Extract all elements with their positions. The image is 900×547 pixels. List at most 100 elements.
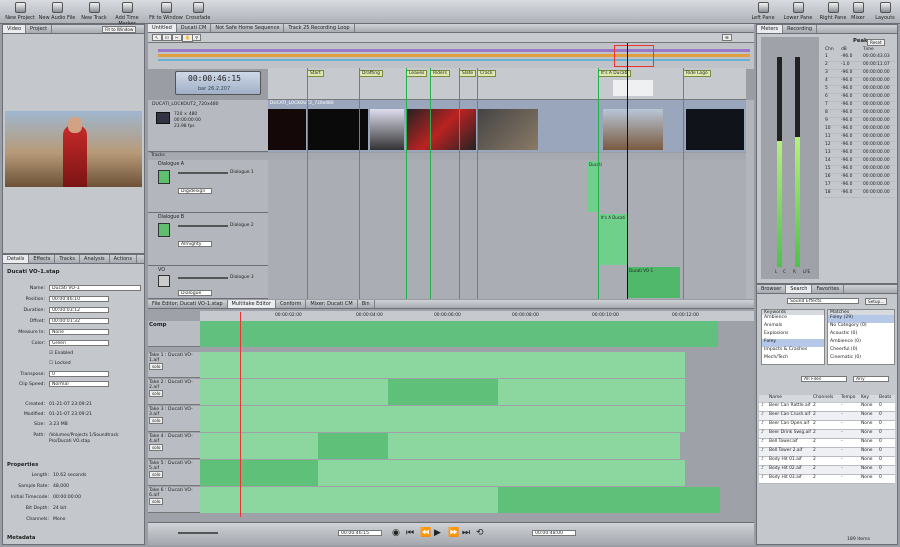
timecode-display[interactable]: 00:00:46:15 bar 26.2.207 — [175, 71, 261, 95]
cycle-region[interactable] — [613, 80, 653, 96]
layouts-button[interactable]: Layouts — [871, 2, 899, 21]
multitake-playhead[interactable] — [240, 312, 241, 517]
record-button-icon[interactable]: ◉ — [392, 528, 400, 538]
tab-tracks[interactable]: Tracks — [55, 255, 81, 263]
match-item[interactable]: Cheerful (0) — [828, 347, 894, 355]
take-6-selected-segment[interactable] — [498, 487, 720, 513]
file-row[interactable]: ♪ Body Hit 03.aif 2 - None 0 — [759, 475, 895, 484]
take-1-waveform[interactable] — [200, 352, 685, 378]
take-3-solo[interactable]: solo — [149, 417, 164, 424]
marker-drafting[interactable]: Drafting — [359, 70, 383, 77]
doc-tab-track-25[interactable]: Track 25 Recording Loop — [284, 24, 355, 32]
blade-tool-icon[interactable]: ✂ — [172, 34, 182, 41]
marker-slate[interactable]: Slate — [459, 70, 477, 77]
tab-browser[interactable]: Browser — [757, 285, 787, 293]
enabled-checkbox[interactable]: ☑ Enabled — [49, 351, 73, 356]
file-row[interactable]: ♪ Beer Can Crush.aif 2 - None 0 — [759, 412, 895, 421]
marker-its-a-ducati[interactable]: It's A Ducati — [598, 70, 631, 77]
tab-analysis[interactable]: Analysis — [80, 255, 110, 263]
measure-in-select[interactable]: None — [49, 329, 109, 335]
tab-favorites[interactable]: Favorites — [812, 285, 845, 293]
lower-pane-button[interactable]: Lower Pane — [780, 2, 816, 21]
doc-tab-untitled[interactable]: Untitled — [148, 24, 177, 32]
name-field[interactable]: Ducati VO-1 — [49, 285, 141, 291]
keyword-item[interactable]: Animals — [762, 323, 824, 331]
track-header-dialogue-b[interactable]: Dialogue B Dialogue 2 Almighty — [148, 213, 268, 266]
video-track-header[interactable]: DUCATI_LOCKOUT2_720x480 720 × 480 00:00:… — [148, 100, 268, 152]
volume-slider-dialogue-a[interactable] — [178, 172, 228, 174]
track-lane-dialogue-b[interactable]: It's A Ducati — [268, 213, 746, 266]
video-track-lane[interactable]: DUCATI_LOCKOUT2_720x480 — [268, 100, 746, 152]
take-4-selected-segment[interactable] — [318, 433, 388, 459]
tab-effects[interactable]: Effects — [29, 255, 56, 263]
mode-dialogue-a[interactable]: Digidesign — [178, 188, 212, 194]
col-beats[interactable]: Beats — [879, 395, 891, 400]
tab-actions[interactable]: Actions — [110, 255, 137, 263]
doc-tab-not-safe[interactable]: Not Safe Home Sequence — [211, 24, 285, 32]
duration-field[interactable]: 00:00:03:12 — [49, 307, 109, 313]
match-item[interactable]: Ambience (0) — [828, 339, 894, 347]
col-channels[interactable]: Channels — [813, 395, 833, 400]
offset-field[interactable]: 00:00:01:32 — [49, 318, 109, 324]
clip-speed-select[interactable]: Normal — [49, 381, 109, 387]
keyword-item[interactable]: Explosions — [762, 331, 824, 339]
transport-timecode-left[interactable]: 00:00:46:15 — [338, 530, 382, 536]
marker-start[interactable]: Start — [307, 70, 324, 77]
tab-search[interactable]: Search — [786, 285, 813, 293]
tab-recording[interactable]: Recording — [783, 25, 818, 33]
track-header-vo[interactable]: VO Dialogue 3 Dialogue — [148, 266, 268, 299]
fit-to-window-button[interactable]: Fit to Window — [148, 2, 184, 21]
color-select[interactable]: Green — [49, 340, 109, 346]
keyword-item-selected[interactable]: Foley — [762, 339, 824, 347]
tab-video[interactable]: Video — [3, 25, 27, 33]
preset-vo[interactable]: Dialogue 3 — [230, 275, 254, 280]
transpose-field[interactable]: 0 — [49, 371, 109, 377]
take-2-solo[interactable]: solo — [149, 390, 164, 397]
take-3-waveform[interactable] — [200, 406, 685, 432]
file-row[interactable]: ♪ Body Hit 02.aif 2 - None 0 — [759, 466, 895, 475]
new-audio-file-button[interactable]: New Audio File — [38, 2, 76, 21]
take-4-solo[interactable]: solo — [149, 444, 164, 451]
col-key[interactable]: Key — [861, 395, 869, 400]
playhead[interactable] — [627, 43, 628, 299]
col-tempo[interactable]: Tempo — [841, 395, 855, 400]
marker-ride-logo[interactable]: Ride Logo — [683, 70, 711, 77]
file-row[interactable]: ♪ Beer Can Rattle.aif 2 - None 0 — [759, 403, 895, 412]
col-name[interactable]: Name — [769, 395, 782, 400]
comp-waveform[interactable] — [200, 321, 718, 347]
clip-vo[interactable]: Ducati VO-1 — [628, 267, 680, 298]
file-row[interactable]: ♪ Beer Drink Swig.aif 2 - None 0 — [759, 430, 895, 439]
preset-dialogue-b[interactable]: Dialogue 2 — [230, 223, 254, 228]
end-button-icon[interactable]: ⏭ — [462, 528, 470, 538]
mode-dialogue-b[interactable]: Almighty — [178, 241, 212, 247]
take-5-selected-segment[interactable] — [200, 460, 318, 486]
zoom-slider[interactable] — [178, 532, 218, 534]
view-menu-icon[interactable]: ☰ — [722, 34, 732, 41]
take-6-solo[interactable]: solo — [149, 498, 164, 505]
library-select[interactable]: Sound Effects — [787, 298, 859, 304]
track-lane-dialogue-a[interactable]: Ducati — [268, 160, 746, 213]
file-row[interactable]: ♪ Bell Tower 2.aif 2 - None 0 — [759, 448, 895, 457]
new-project-button[interactable]: New Project — [2, 2, 38, 21]
timeline-scrollbar[interactable] — [746, 100, 754, 299]
play-button-icon[interactable]: ▶ — [434, 528, 441, 538]
keyword-item[interactable]: Ambience — [762, 315, 824, 323]
match-item[interactable]: No Category (0) — [828, 323, 894, 331]
tab-project[interactable]: Project — [26, 25, 53, 33]
arrow-tool-icon[interactable]: ↖ — [152, 34, 162, 41]
left-pane-button[interactable]: Left Pane — [745, 2, 781, 21]
file-row[interactable]: ♪ Beer Can Open.aif 2 - None 0 — [759, 421, 895, 430]
back-button-icon[interactable]: ⏪ — [420, 528, 431, 538]
track-header-dialogue-a[interactable]: Dialogue A Dialogue 1 Digidesign — [148, 160, 268, 213]
marker-riders[interactable]: Riders — [430, 70, 450, 77]
timeslice-tool-icon[interactable]: ⊡ — [162, 34, 172, 41]
take-4-waveform[interactable] — [200, 433, 680, 459]
tab-bin[interactable]: Bin — [358, 300, 375, 308]
volume-slider-dialogue-b[interactable] — [178, 225, 228, 227]
keyword-item[interactable]: Mech/Tech — [762, 355, 824, 363]
marker-leaves[interactable]: Leaves — [406, 70, 428, 77]
keyword-item[interactable]: Impacts & Crashes — [762, 347, 824, 355]
preset-dialogue-a[interactable]: Dialogue 1 — [230, 170, 254, 175]
locked-checkbox[interactable]: ☐ Locked — [49, 361, 71, 366]
reset-peaks-button[interactable]: Reset — [867, 39, 885, 46]
